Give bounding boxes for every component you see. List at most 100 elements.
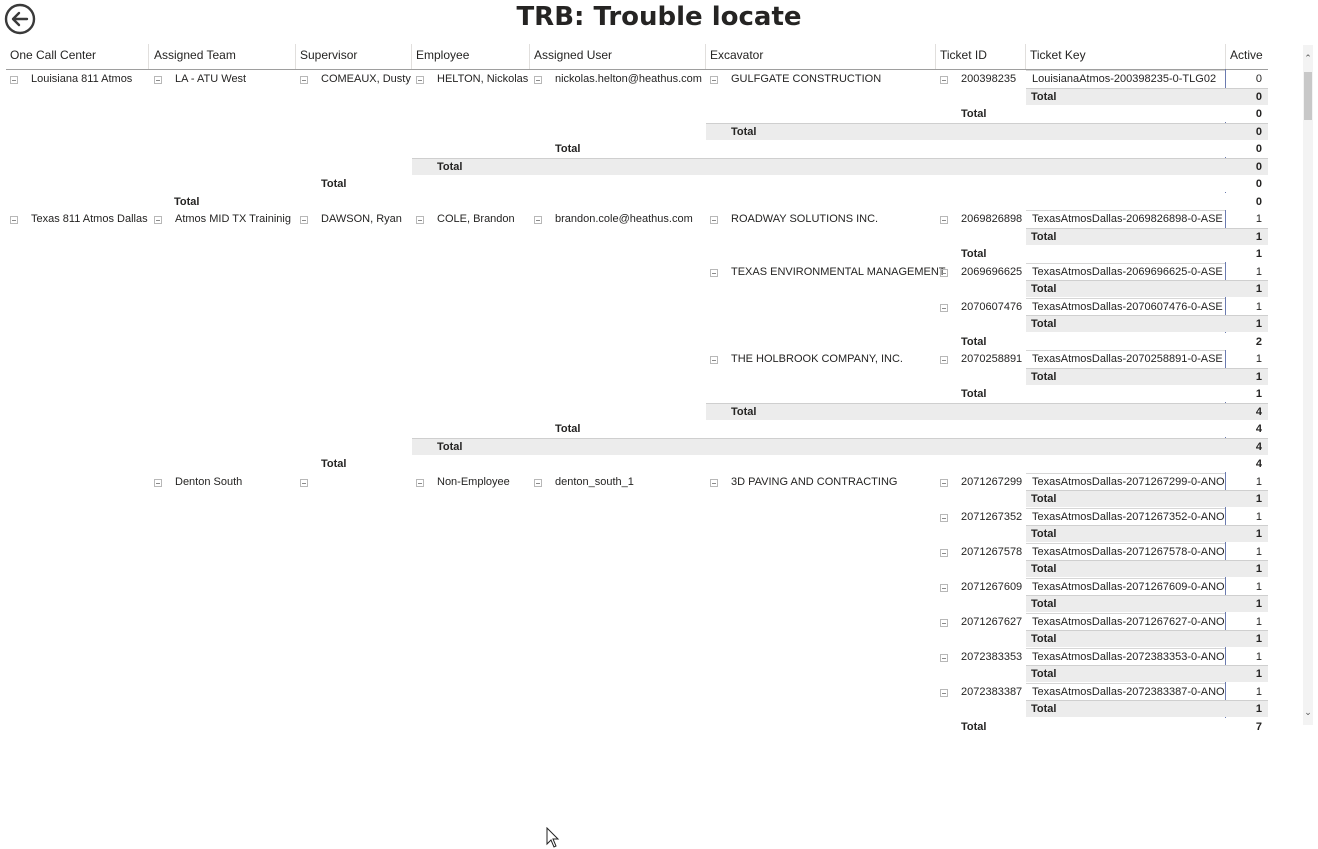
collapse-icon[interactable]	[940, 688, 948, 697]
collapse-icon[interactable]	[534, 76, 542, 84]
cell-excavator: THE HOLBROOK COMPANY, INC.	[731, 353, 903, 365]
subtotal-value: 1	[1255, 230, 1262, 243]
collapse-icon[interactable]	[154, 216, 162, 224]
subtotal-label: Total	[1031, 668, 1057, 680]
column-divider[interactable]	[148, 44, 149, 69]
collapse-icon[interactable]	[940, 618, 948, 627]
subtotal-value: 1	[1255, 528, 1262, 540]
subtotal-row	[149, 192, 1268, 210]
vertical-scrollbar[interactable]	[1303, 45, 1313, 725]
collapse-icon[interactable]	[300, 216, 308, 224]
cell-active: 1	[1255, 510, 1262, 523]
column-header-assigned-team[interactable]: Assigned Team	[150, 44, 296, 69]
column-header-assigned-user[interactable]: Assigned User	[530, 44, 706, 69]
subtotal-label: Total	[961, 335, 987, 348]
column-header-one-call-center[interactable]: One Call Center	[6, 44, 148, 69]
column-header-excavator[interactable]: Excavator	[706, 44, 936, 69]
scroll-down-icon[interactable]: ⌄	[1303, 706, 1313, 718]
collapse-icon[interactable]	[10, 76, 18, 84]
cell-ticket-id: 2071267578	[961, 545, 1023, 558]
collapse-icon[interactable]	[154, 76, 162, 84]
cell-onecall: Texas 811 Atmos Dallas	[31, 213, 148, 225]
subtotal-label: Total	[1031, 563, 1057, 575]
collapse-icon[interactable]	[710, 478, 718, 487]
collapse-icon[interactable]	[940, 653, 948, 662]
scroll-up-icon[interactable]: ⌃	[1303, 52, 1313, 64]
cell-user: brandon.cole@heathus.com	[555, 213, 693, 225]
subtotal-row	[706, 122, 1268, 140]
collapse-icon[interactable]	[534, 478, 542, 487]
subtotal-label: Total	[1031, 633, 1057, 645]
subtotal-row	[296, 175, 1268, 192]
subtotal-label: Total	[731, 125, 757, 138]
subtotal-label: Total	[961, 720, 987, 733]
cell-ticket-id: 2070258891	[961, 353, 1023, 365]
subtotal-value: 1	[1255, 248, 1262, 260]
subtotal-row	[706, 402, 1268, 420]
cell-active: 1	[1255, 300, 1262, 313]
scrollbar-thumb[interactable]	[1304, 72, 1312, 120]
collapse-icon[interactable]	[10, 216, 18, 224]
collapse-icon[interactable]	[154, 478, 162, 487]
subtotal-label: Total	[1031, 318, 1057, 330]
cell-ticket-id: 2069696625	[961, 265, 1023, 278]
collapse-icon[interactable]	[940, 548, 948, 557]
subtotal-value: 4	[1255, 440, 1262, 453]
collapse-icon[interactable]	[940, 303, 948, 312]
cell-ticket-id: 200398235	[961, 73, 1017, 85]
cell-ticket-key: TexasAtmosDallas-2071267299-0-ANO	[1032, 475, 1225, 488]
cell-active: 1	[1255, 685, 1262, 698]
subtotal-value: 1	[1255, 318, 1262, 330]
cell-supervisor: DAWSON, Ryan	[321, 213, 402, 225]
subtotal-value: 4	[1255, 423, 1262, 435]
cell-ticket-id: 2071267352	[961, 510, 1023, 523]
subtotal-label: Total	[1031, 493, 1057, 505]
cell-active: 0	[1255, 73, 1262, 85]
cell-user: denton_south_1	[555, 475, 634, 488]
collapse-icon[interactable]	[710, 268, 718, 277]
subtotal-value: 2	[1255, 335, 1262, 348]
collapse-icon[interactable]	[416, 76, 424, 84]
cell-active: 1	[1255, 353, 1262, 365]
cell-excavator: TEXAS ENVIRONMENTAL MANAGEMENT	[731, 265, 946, 278]
cell-team: LA - ATU West	[175, 73, 247, 85]
collapse-icon[interactable]	[300, 478, 308, 487]
cell-ticket-id: 2069826898	[961, 213, 1023, 225]
cell-supervisor: COMEAUX, Dusty	[321, 73, 411, 85]
cell-ticket-key: TexasAtmosDallas-2072383353-0-ANO	[1032, 650, 1225, 663]
collapse-icon[interactable]	[710, 216, 718, 224]
collapse-icon[interactable]	[940, 478, 948, 487]
collapse-icon[interactable]	[300, 76, 308, 84]
collapse-icon[interactable]	[940, 216, 948, 224]
column-header-employee[interactable]: Employee	[412, 44, 530, 69]
subtotal-label: Total	[731, 405, 757, 418]
collapse-icon[interactable]	[534, 216, 542, 224]
column-header-ticket-key[interactable]: Ticket Key	[1026, 44, 1226, 69]
column-header-active[interactable]: Active	[1226, 44, 1268, 69]
subtotal-value: 0	[1255, 143, 1262, 155]
mouse-cursor-icon	[546, 827, 560, 848]
cell-excavator: GULFGATE CONSTRUCTION	[731, 73, 882, 85]
cell-ticket-id: 2070607476	[961, 300, 1023, 313]
column-header-supervisor[interactable]: Supervisor	[296, 44, 412, 69]
column-header-ticket-id[interactable]: Ticket ID	[936, 44, 1026, 69]
collapse-icon[interactable]	[710, 76, 718, 84]
cell-team: Denton South	[175, 475, 243, 488]
collapse-icon[interactable]	[710, 356, 718, 364]
subtotal-value: 4	[1255, 458, 1262, 470]
collapse-icon[interactable]	[940, 583, 948, 592]
collapse-icon[interactable]	[940, 268, 948, 277]
collapse-icon[interactable]	[416, 478, 424, 487]
collapse-icon[interactable]	[940, 356, 948, 364]
subtotal-value: 0	[1255, 195, 1262, 208]
cell-team: Atmos MID TX Traininig	[175, 213, 291, 225]
subtotal-row	[530, 140, 1268, 157]
cell-ticket-key: TexasAtmosDallas-2071267352-0-ANO	[1032, 510, 1225, 523]
collapse-icon[interactable]	[940, 76, 948, 84]
subtotal-value: 1	[1255, 370, 1262, 383]
subtotal-label: Total	[555, 423, 581, 435]
collapse-icon[interactable]	[940, 513, 948, 522]
collapse-icon[interactable]	[416, 216, 424, 224]
subtotal-value: 7	[1255, 720, 1262, 733]
cell-user: nickolas.helton@heathus.com	[555, 73, 702, 85]
